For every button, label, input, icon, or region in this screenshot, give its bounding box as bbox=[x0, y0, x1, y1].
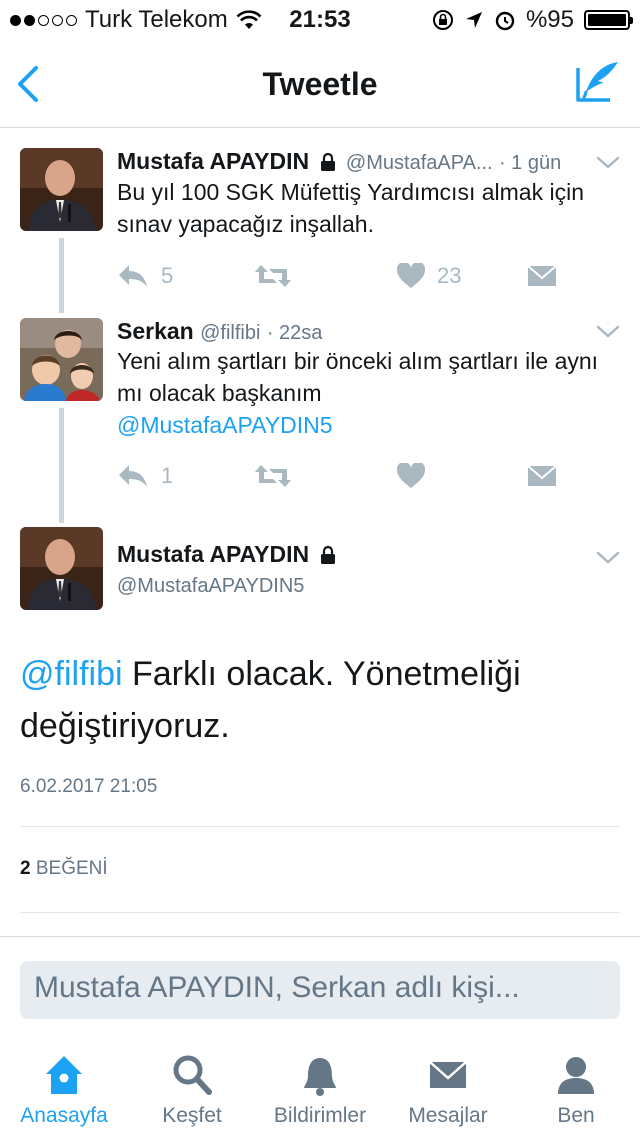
tab-notifications[interactable]: Bildirimler bbox=[256, 1040, 384, 1136]
likes-summary[interactable]: 2 BEĞENİ bbox=[20, 858, 108, 880]
tweet-age: · 22sa bbox=[266, 322, 323, 344]
tab-messages[interactable]: Mesajlar bbox=[384, 1040, 512, 1136]
thread-connector bbox=[59, 238, 64, 313]
search-icon bbox=[173, 1055, 212, 1095]
like-button[interactable]: 23 bbox=[397, 261, 461, 291]
retweet-icon bbox=[255, 265, 291, 287]
location-icon bbox=[465, 12, 482, 28]
tab-label: Bildirimler bbox=[273, 1104, 367, 1127]
author-name[interactable]: Serkan bbox=[117, 318, 194, 344]
like-button[interactable] bbox=[397, 461, 425, 491]
home-icon bbox=[46, 1056, 82, 1094]
compose-tweet-icon[interactable] bbox=[574, 60, 620, 106]
lock-icon bbox=[320, 546, 335, 564]
tweet-text: Yeni alım şartları bir önceki alım şartl… bbox=[117, 345, 617, 441]
lock-icon bbox=[320, 153, 335, 171]
envelope-icon bbox=[527, 265, 557, 286]
person-icon bbox=[558, 1057, 594, 1094]
retweet-button[interactable] bbox=[253, 461, 293, 491]
tab-label: Anasayfa bbox=[20, 1104, 108, 1127]
tab-explore[interactable]: Keşfet bbox=[128, 1040, 256, 1136]
author-handle[interactable]: @filfibi bbox=[200, 322, 260, 344]
author-handle-row: @MustafaAPAYDIN5 bbox=[117, 571, 304, 598]
reply-button[interactable]: 1 bbox=[117, 461, 173, 491]
avatar[interactable] bbox=[20, 527, 103, 610]
author-handle[interactable]: @MustafaAPA... bbox=[346, 152, 493, 174]
likes-label: BEĞENİ bbox=[35, 858, 108, 879]
battery-icon bbox=[584, 10, 633, 30]
thread-tweet-1[interactable]: Mustafa APAYDIN @MustafaAPA... · 1 gün B… bbox=[0, 128, 640, 313]
tweet-header: Mustafa APAYDIN @MustafaAPA... · 1 gün bbox=[117, 148, 561, 175]
chevron-down-icon[interactable] bbox=[596, 325, 620, 339]
thread-tweet-2[interactable]: Serkan @filfibi · 22sa Yeni alım şartlar… bbox=[0, 313, 640, 523]
author-name-row: Mustafa APAYDIN bbox=[117, 541, 340, 568]
mention-link[interactable]: @MustafaAPAYDIN5 bbox=[117, 412, 333, 438]
alarm-icon bbox=[495, 11, 515, 31]
chevron-down-icon[interactable] bbox=[596, 156, 620, 170]
status-bar: Turk Telekom 21:53 %95 bbox=[0, 0, 640, 40]
page-title: Tweetle bbox=[262, 66, 378, 102]
avatar[interactable] bbox=[20, 318, 103, 401]
rotation-lock-icon bbox=[432, 10, 453, 30]
tab-me[interactable]: Ben bbox=[512, 1040, 640, 1136]
direct-message-button[interactable] bbox=[527, 461, 557, 491]
heart-icon bbox=[397, 463, 425, 488]
divider bbox=[20, 912, 620, 913]
tab-label: Ben bbox=[557, 1104, 595, 1127]
retweet-button[interactable] bbox=[253, 261, 293, 291]
reply-count: 5 bbox=[161, 263, 174, 288]
reply-icon bbox=[119, 465, 147, 487]
heart-icon bbox=[397, 263, 425, 288]
author-handle[interactable]: @MustafaAPAYDIN5 bbox=[117, 575, 304, 597]
author-name[interactable]: Mustafa APAYDIN bbox=[117, 541, 309, 567]
battery-percent: %95 bbox=[525, 6, 574, 33]
tab-home[interactable]: Anasayfa bbox=[0, 1040, 128, 1136]
tab-bar: Anasayfa Keşfet Bildirimler Mesajlar Ben bbox=[0, 1040, 640, 1136]
reply-area: Mustafa APAYDIN, Serkan adlı kişi... bbox=[0, 936, 640, 1040]
thread-connector bbox=[59, 408, 64, 523]
envelope-icon bbox=[527, 465, 557, 486]
retweet-icon bbox=[255, 465, 291, 487]
mention-link[interactable]: @filfibi bbox=[20, 655, 123, 693]
divider bbox=[20, 826, 620, 827]
tweet-actions: 5 23 bbox=[117, 261, 617, 291]
bell-icon bbox=[304, 1058, 336, 1096]
direct-message-button[interactable] bbox=[527, 261, 557, 291]
likes-count: 2 bbox=[20, 858, 31, 879]
envelope-icon bbox=[429, 1061, 467, 1088]
tweet-timestamp: 6.02.2017 21:05 bbox=[20, 776, 158, 797]
reply-button[interactable]: 5 bbox=[117, 261, 173, 291]
reply-input[interactable]: Mustafa APAYDIN, Serkan adlı kişi... bbox=[20, 961, 620, 1019]
tweet-header: Serkan @filfibi · 22sa bbox=[117, 318, 322, 345]
focused-tweet-text: @filfibi Farklı olacak. Yönetmeliği deği… bbox=[20, 648, 620, 752]
focused-tweet-header: Mustafa APAYDIN @MustafaAPAYDIN5 bbox=[0, 523, 640, 623]
reply-icon bbox=[119, 265, 147, 287]
reply-count: 1 bbox=[161, 463, 174, 488]
like-count: 23 bbox=[437, 263, 462, 288]
tab-label: Mesajlar bbox=[408, 1104, 488, 1127]
author-name[interactable]: Mustafa APAYDIN bbox=[117, 148, 309, 174]
chevron-down-icon[interactable] bbox=[596, 551, 620, 565]
tweet-age: · 1 gün bbox=[498, 152, 562, 174]
tweet-text: Bu yıl 100 SGK Müfettiş Yardımcısı almak… bbox=[117, 179, 584, 237]
tweet-actions: 1 bbox=[117, 461, 617, 491]
nav-bar: Tweetle bbox=[0, 40, 640, 128]
avatar[interactable] bbox=[20, 148, 103, 231]
tweet-text-content: Yeni alım şartları bir önceki alım şartl… bbox=[117, 348, 599, 406]
tab-label: Keşfet bbox=[162, 1104, 222, 1127]
